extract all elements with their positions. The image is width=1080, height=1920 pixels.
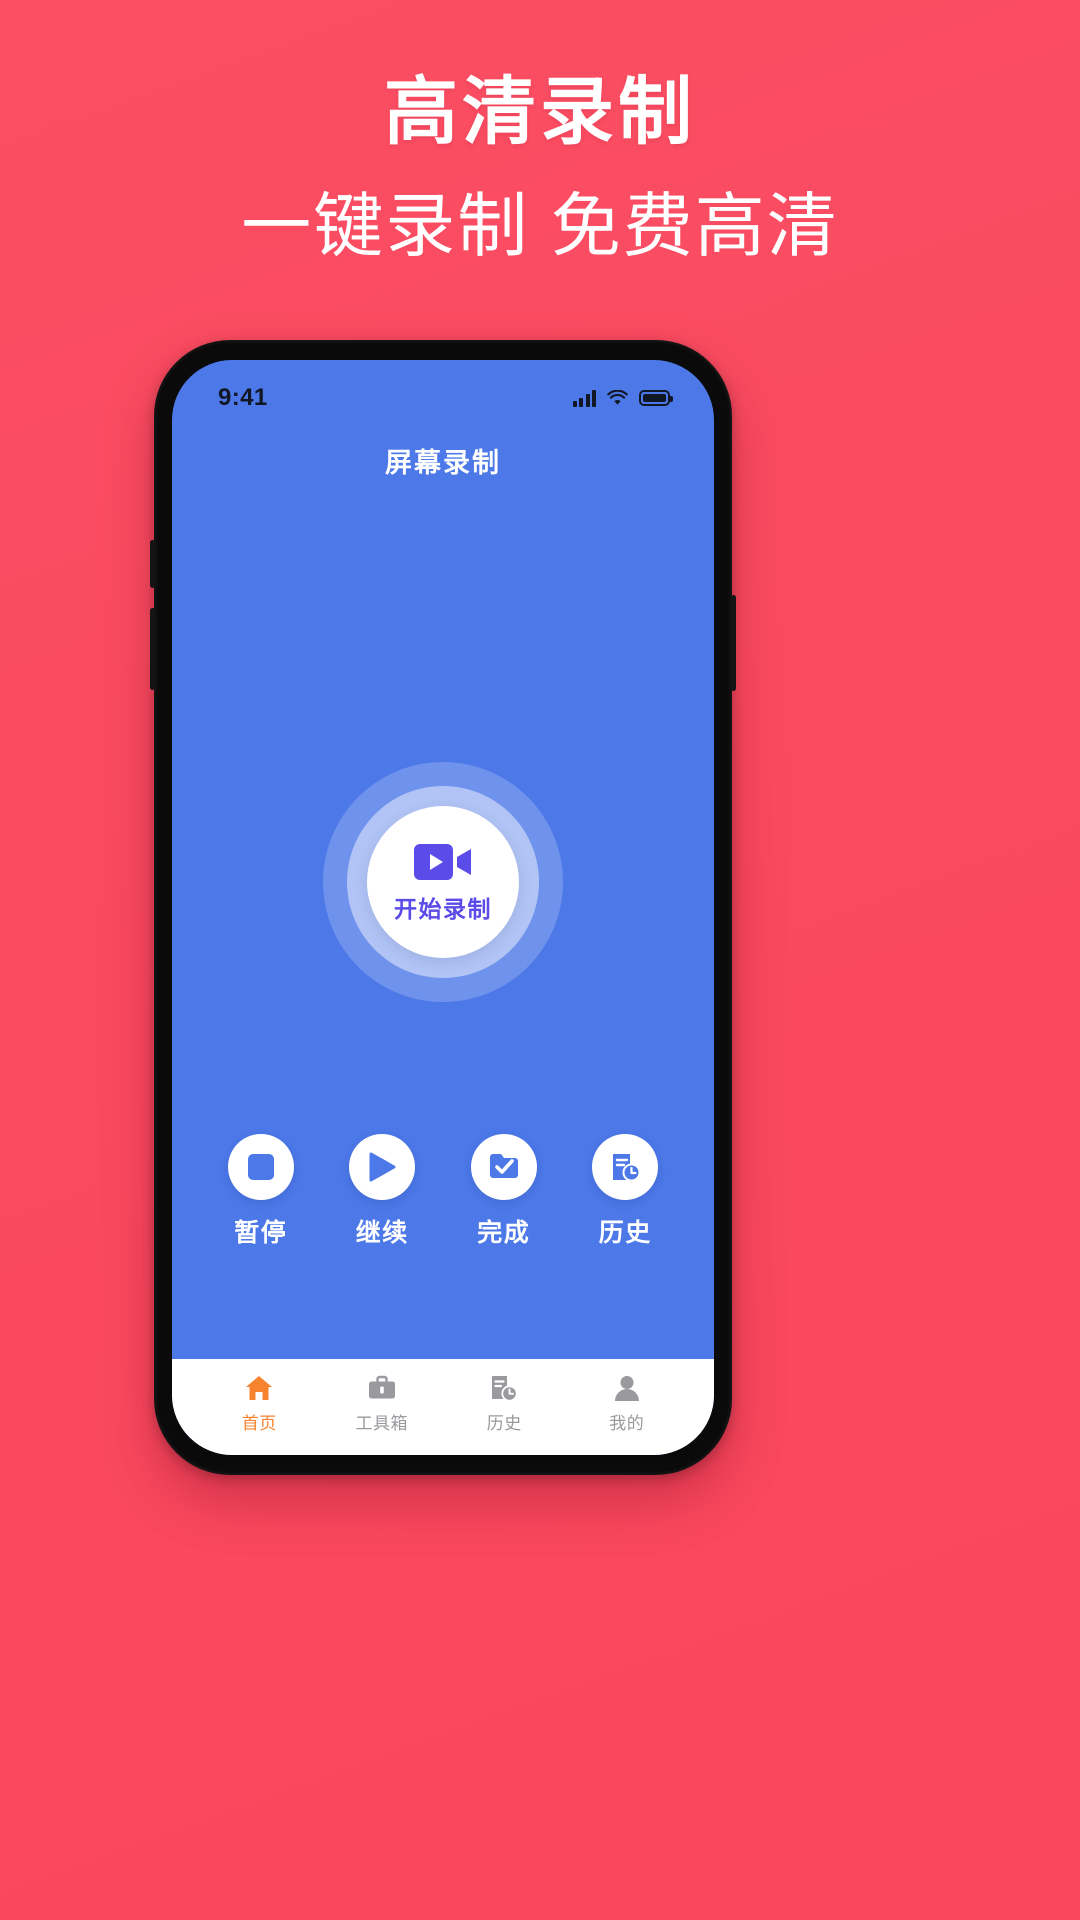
app-header: 屏幕录制 bbox=[172, 422, 714, 498]
tab-history[interactable]: 历史 bbox=[457, 1373, 551, 1434]
status-bar: 9:41 bbox=[172, 360, 714, 422]
promo-banner: 高清录制 一键录制 免费高清 bbox=[0, 0, 1080, 265]
promo-title: 高清录制 bbox=[384, 70, 696, 153]
app-title: 屏幕录制 bbox=[385, 447, 501, 478]
status-icons bbox=[572, 389, 673, 407]
phone-screen: 9:41 屏幕录制 开始录制 暂停 继续 完成 历史 首页 工具箱 历史 我的 bbox=[172, 360, 714, 1455]
video-camera-play-icon bbox=[414, 841, 472, 883]
tab-home[interactable]: 首页 bbox=[212, 1373, 306, 1434]
tab-profile[interactable]: 我的 bbox=[580, 1373, 674, 1434]
stop-square-icon[interactable] bbox=[227, 1134, 294, 1200]
tab-toolbox[interactable]: 工具箱 bbox=[335, 1373, 429, 1434]
phone-mockup: 9:41 屏幕录制 开始录制 暂停 继续 完成 历史 首页 工具箱 历史 我的 bbox=[150, 340, 736, 1475]
action-label: 暂停 bbox=[234, 1219, 288, 1247]
bottom-tab-bar: 首页 工具箱 历史 我的 bbox=[172, 1359, 714, 1455]
record-button-group[interactable]: 开始录制 bbox=[323, 762, 563, 1002]
tab-label: 我的 bbox=[609, 1414, 645, 1433]
volume-down-button[interactable] bbox=[150, 608, 155, 690]
action-label: 继续 bbox=[355, 1219, 409, 1247]
action-done[interactable]: 完成 bbox=[452, 1134, 556, 1249]
status-time: 9:41 bbox=[218, 384, 268, 411]
document-clock-icon bbox=[490, 1373, 518, 1403]
home-icon bbox=[245, 1373, 273, 1403]
play-triangle-icon[interactable] bbox=[349, 1134, 416, 1200]
action-row: 暂停 继续 完成 历史 bbox=[172, 1134, 714, 1249]
record-button-label: 开始录制 bbox=[394, 895, 492, 922]
volume-up-button[interactable] bbox=[150, 540, 155, 588]
start-recording-button[interactable]: 开始录制 bbox=[367, 806, 519, 958]
main-stage: 开始录制 暂停 继续 完成 历史 bbox=[172, 498, 714, 1359]
promo-subtitle: 一键录制 免费高清 bbox=[241, 187, 839, 265]
power-button[interactable] bbox=[731, 595, 736, 691]
tab-label: 首页 bbox=[241, 1414, 277, 1433]
action-label: 历史 bbox=[598, 1219, 652, 1247]
action-pause[interactable]: 暂停 bbox=[209, 1134, 313, 1249]
action-continue[interactable]: 继续 bbox=[330, 1134, 434, 1249]
tab-label: 历史 bbox=[486, 1414, 522, 1433]
signal-bars-icon bbox=[572, 389, 596, 407]
battery-icon bbox=[639, 390, 673, 406]
action-history[interactable]: 历史 bbox=[573, 1134, 677, 1249]
toolbox-icon bbox=[368, 1373, 396, 1403]
tab-label: 工具箱 bbox=[355, 1414, 408, 1433]
person-icon bbox=[614, 1373, 640, 1403]
action-label: 完成 bbox=[477, 1219, 531, 1247]
folder-check-icon[interactable] bbox=[470, 1134, 537, 1200]
document-clock-icon[interactable] bbox=[592, 1134, 659, 1200]
wifi-icon bbox=[607, 390, 628, 406]
